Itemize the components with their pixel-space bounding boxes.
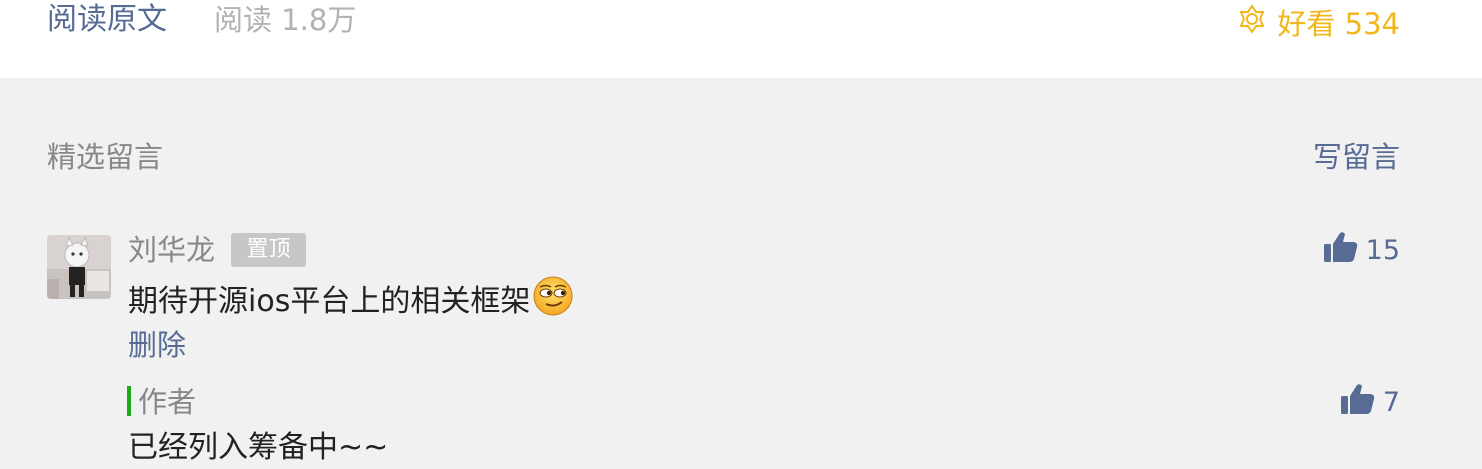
smirk-emoji-icon <box>532 275 574 329</box>
thumbs-up-icon <box>1340 383 1383 422</box>
wow-icon <box>1237 3 1277 41</box>
selected-comments-title: 精选留言 <box>47 140 164 174</box>
thumbs-up-icon <box>1323 231 1366 270</box>
commenter-nickname: 刘华龙 <box>128 233 216 267</box>
comment-like-button[interactable]: 15 <box>1323 230 1400 270</box>
reply-author-label: 作者 <box>138 385 197 419</box>
comment-like-count: 15 <box>1365 234 1400 266</box>
author-reply-indicator <box>127 386 131 416</box>
write-comment-button[interactable]: 写留言 <box>1313 137 1400 177</box>
article-footer: 阅读原文 阅读 1.8万 好看 534 <box>0 0 1482 78</box>
reply-like-count: 7 <box>1382 386 1400 418</box>
delete-comment-button[interactable]: 删除 <box>128 325 186 365</box>
comment-content: 期待开源ios平台上的相关框架 <box>128 275 574 329</box>
read-count: 阅读 1.8万 <box>214 3 357 37</box>
reply-content: 已经列入筹备中~~ <box>128 430 389 465</box>
avatar[interactable] <box>47 235 111 299</box>
wow-button[interactable]: 好看 534 <box>1237 2 1400 42</box>
pinned-badge: 置顶 <box>231 233 306 267</box>
wow-label: 好看 534 <box>1277 7 1400 41</box>
read-original-link[interactable]: 阅读原文 <box>47 0 167 40</box>
reply-like-button[interactable]: 7 <box>1340 382 1400 422</box>
comment-text: 期待开源ios平台上的相关框架 <box>128 284 531 319</box>
